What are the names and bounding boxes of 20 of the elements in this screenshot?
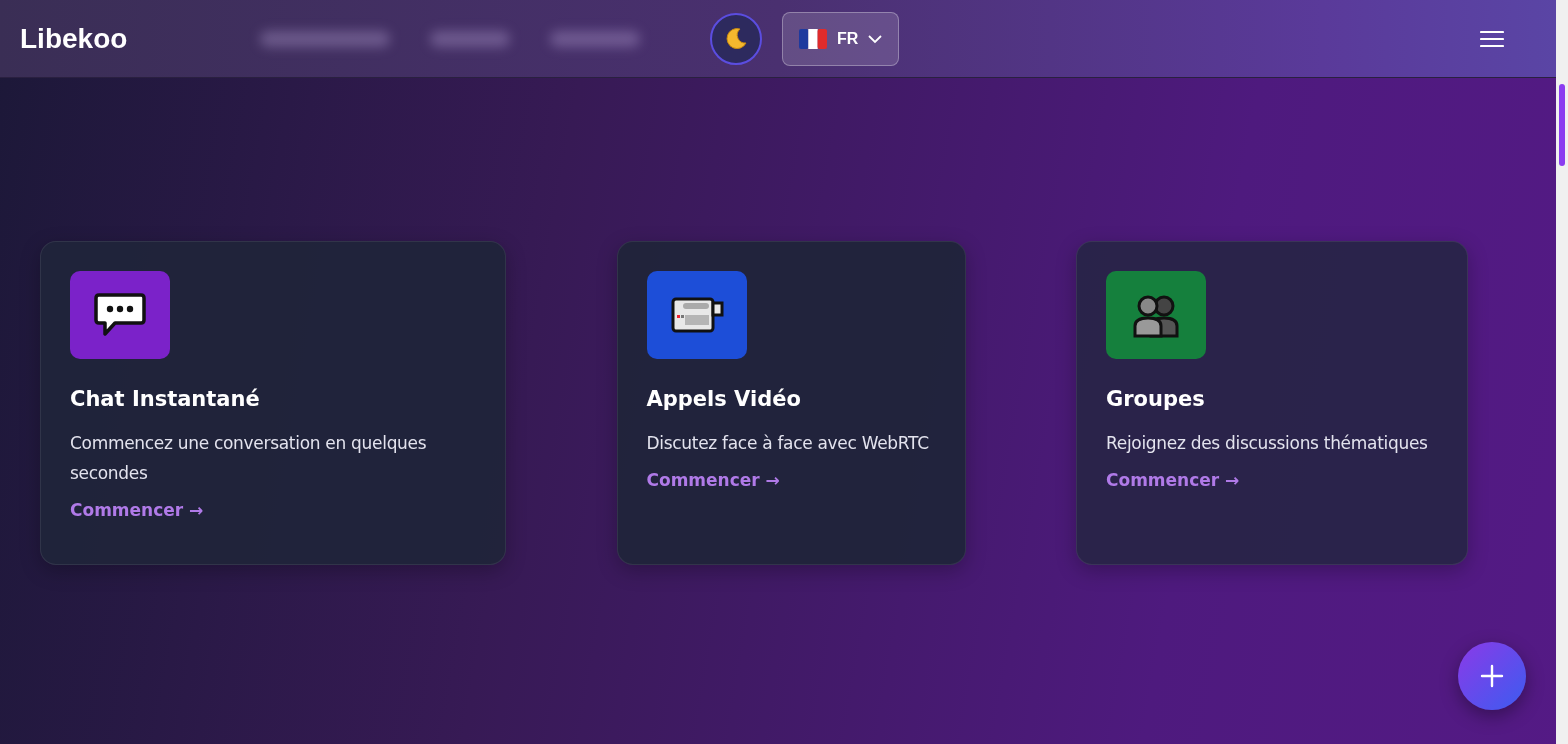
card-title: Chat Instantané bbox=[70, 386, 261, 413]
chevron-down-icon bbox=[868, 33, 883, 44]
logo[interactable]: Libekoo bbox=[20, 22, 260, 55]
card-description: Rejoignez des discussions thématiques bbox=[1106, 432, 1429, 455]
card-title: Groupes bbox=[1106, 386, 1206, 413]
theme-toggle-button[interactable] bbox=[710, 12, 762, 65]
language-selector[interactable]: FR bbox=[782, 11, 900, 66]
moon-icon bbox=[723, 25, 749, 52]
card-description: Discutez face à face avec WebRTC bbox=[646, 432, 930, 455]
start-link[interactable]: Commencer → bbox=[70, 498, 204, 522]
start-link[interactable]: Commencer → bbox=[646, 468, 780, 492]
card-title: Appels Vidéo bbox=[646, 386, 802, 413]
scrollbar[interactable] bbox=[1556, 0, 1568, 744]
speech-bubble-icon bbox=[93, 292, 147, 338]
menu-icon bbox=[1480, 28, 1504, 49]
plus-icon bbox=[1479, 663, 1505, 689]
card-description: Commencez une conversation en quelques secondes bbox=[70, 432, 428, 485]
add-button[interactable] bbox=[1458, 642, 1526, 710]
flag-icon bbox=[799, 28, 827, 49]
start-link[interactable]: Commencer → bbox=[1106, 468, 1240, 492]
